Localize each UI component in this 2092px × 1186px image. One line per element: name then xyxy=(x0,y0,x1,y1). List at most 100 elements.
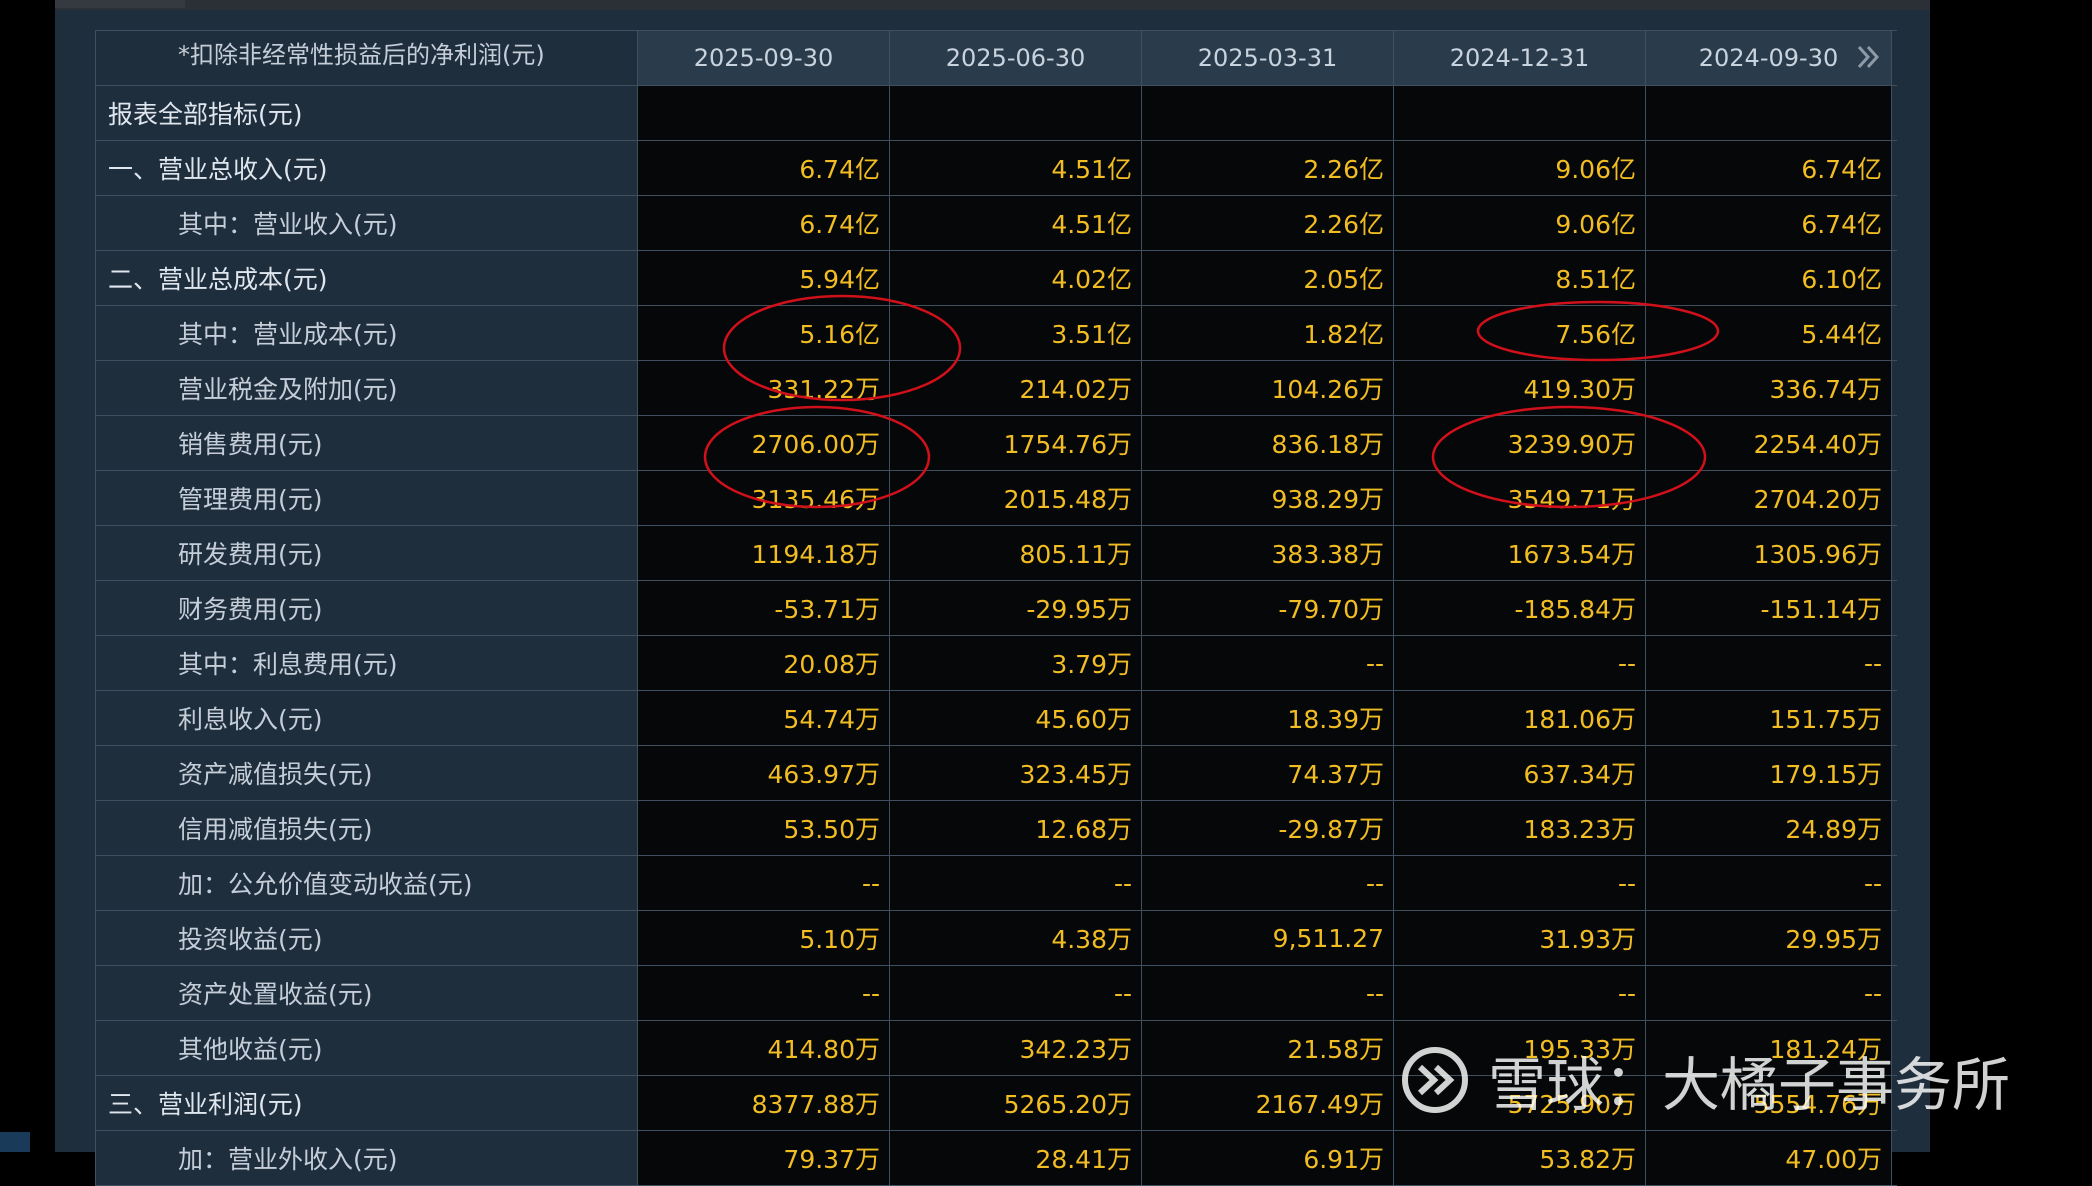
value-cell: 74.37万 xyxy=(1142,746,1394,800)
value-cell: -- xyxy=(890,856,1142,910)
value-cell: 4.38万 xyxy=(890,911,1142,965)
double-chevron-right-icon[interactable] xyxy=(1855,43,1881,71)
table-row[interactable]: 财务费用(元) -53.71万 -29.95万 -79.70万 -185.84万 -151… xyxy=(95,581,1897,636)
value-cell: 29.95万 xyxy=(1646,911,1892,965)
value-cell: 383.38万 xyxy=(1142,526,1394,580)
row-label: 投资收益(元) xyxy=(95,911,638,965)
row-label: 管理费用(元) xyxy=(95,471,638,525)
value-cell: -53.71万 xyxy=(638,581,890,635)
value-cell: -- xyxy=(1394,856,1646,910)
table-row[interactable]: 管理费用(元) 3135.46万 2015.48万 938.29万 3549.71万 27… xyxy=(95,471,1897,526)
value-cell: 9,511.27 xyxy=(1142,911,1394,965)
column-header-date-last[interactable]: 2024-09-30 xyxy=(1646,31,1892,85)
row-label: 资产减值损失(元) xyxy=(95,746,638,800)
value-cell: 805.11万 xyxy=(890,526,1142,580)
value-cell: -- xyxy=(638,966,890,1020)
value-cell: 2704.20万 xyxy=(1646,471,1892,525)
table-row[interactable]: 二、营业总成本(元) 5.94亿 4.02亿 2.05亿 8.51亿 6.10亿 xyxy=(95,251,1897,306)
value-cell: 836.18万 xyxy=(1142,416,1394,470)
table-row[interactable]: 资产减值损失(元) 463.97万 323.45万 74.37万 637.34万 179.… xyxy=(95,746,1897,801)
row-label: 利息收入(元) xyxy=(95,691,638,745)
value-cell: -29.87万 xyxy=(1142,801,1394,855)
column-header-date[interactable]: 2025-06-30 xyxy=(890,31,1142,85)
value-cell: -151.14万 xyxy=(1646,581,1892,635)
table-row[interactable]: 销售费用(元) 2706.00万 1754.76万 836.18万 3239.90万 22… xyxy=(95,416,1897,471)
value-cell: 7.56亿 xyxy=(1394,306,1646,360)
value-cell: 181.06万 xyxy=(1394,691,1646,745)
value-cell: 2167.49万 xyxy=(1142,1076,1394,1130)
value-cell: -- xyxy=(1142,966,1394,1020)
value-cell: 9.06亿 xyxy=(1394,196,1646,250)
value-cell: 637.34万 xyxy=(1394,746,1646,800)
value-cell: 3135.46万 xyxy=(638,471,890,525)
value-cell xyxy=(1142,86,1394,140)
table-row[interactable]: 研发费用(元) 1194.18万 805.11万 383.38万 1673.54万 130… xyxy=(95,526,1897,581)
row-label: 加：公允价值变动收益(元) xyxy=(95,856,638,910)
table-row[interactable]: 其中：利息费用(元) 20.08万 3.79万 -- -- -- xyxy=(95,636,1897,691)
watermark-text: 雪球：大橘子事务所 xyxy=(1488,1051,2011,1119)
value-cell: 3.51亿 xyxy=(890,306,1142,360)
table-row[interactable]: 资产处置收益(元) -- -- -- -- -- xyxy=(95,966,1897,1021)
value-cell: 31.93万 xyxy=(1394,911,1646,965)
row-label: 资产处置收益(元) xyxy=(95,966,638,1020)
table-row[interactable]: 其中：营业成本(元) 5.16亿 3.51亿 1.82亿 7.56亿 5.44亿 xyxy=(95,306,1897,361)
value-cell: -- xyxy=(890,966,1142,1020)
value-cell: 45.60万 xyxy=(890,691,1142,745)
value-cell: 28.41万 xyxy=(890,1131,1142,1185)
value-cell: 8377.88万 xyxy=(638,1076,890,1130)
value-cell: -- xyxy=(638,856,890,910)
table-row[interactable]: 其中：营业收入(元) 6.74亿 4.51亿 2.26亿 9.06亿 6.74亿 xyxy=(95,196,1897,251)
value-cell xyxy=(890,86,1142,140)
value-cell: 20.08万 xyxy=(638,636,890,690)
value-cell: -79.70万 xyxy=(1142,581,1394,635)
value-cell: 21.58万 xyxy=(1142,1021,1394,1075)
table-row[interactable]: 加：营业外收入(元) 79.37万 28.41万 6.91万 53.82万 47.00万 xyxy=(95,1131,1897,1186)
column-header-date[interactable]: 2024-12-31 xyxy=(1394,31,1646,85)
table-header-row: *扣除非经常性损益后的净利润(元) 2025-09-30 2025-06-30 … xyxy=(95,31,1897,86)
value-cell: 323.45万 xyxy=(890,746,1142,800)
value-cell: -- xyxy=(1646,966,1892,1020)
value-cell: 47.00万 xyxy=(1646,1131,1892,1185)
toolbar-tab[interactable] xyxy=(55,0,185,8)
table-row[interactable]: 加：公允价值变动收益(元) -- -- -- -- -- xyxy=(95,856,1897,911)
row-label: 研发费用(元) xyxy=(95,526,638,580)
table-row[interactable]: 利息收入(元) 54.74万 45.60万 18.39万 181.06万 151.75万 xyxy=(95,691,1897,746)
value-cell xyxy=(1394,86,1646,140)
value-cell: 183.23万 xyxy=(1394,801,1646,855)
value-cell: 6.74亿 xyxy=(638,196,890,250)
table-row[interactable]: 报表全部指标(元) xyxy=(95,86,1897,141)
value-cell: 1305.96万 xyxy=(1646,526,1892,580)
row-label: 信用减值损失(元) xyxy=(95,801,638,855)
value-cell: 3549.71万 xyxy=(1394,471,1646,525)
table-row[interactable]: 投资收益(元) 5.10万 4.38万 9,511.27 31.93万 29.95万 xyxy=(95,911,1897,966)
value-cell: 336.74万 xyxy=(1646,361,1892,415)
value-cell: 1194.18万 xyxy=(638,526,890,580)
value-cell: 214.02万 xyxy=(890,361,1142,415)
value-cell: -- xyxy=(1394,636,1646,690)
value-cell: 2.26亿 xyxy=(1142,141,1394,195)
table-row[interactable]: 一、营业总收入(元) 6.74亿 4.51亿 2.26亿 9.06亿 6.74亿 xyxy=(95,141,1897,196)
table-row[interactable]: 营业税金及附加(元) 331.22万 214.02万 104.26万 419.30万 33… xyxy=(95,361,1897,416)
column-header-date[interactable]: 2025-09-30 xyxy=(638,31,890,85)
row-label: 其中：利息费用(元) xyxy=(95,636,638,690)
value-cell: 54.74万 xyxy=(638,691,890,745)
value-cell: 5.94亿 xyxy=(638,251,890,305)
value-cell: 9.06亿 xyxy=(1394,141,1646,195)
row-label: 三、营业利润(元) xyxy=(95,1076,638,1130)
column-header-date[interactable]: 2025-03-31 xyxy=(1142,31,1394,85)
row-label: 其中：营业成本(元) xyxy=(95,306,638,360)
value-cell: 79.37万 xyxy=(638,1131,890,1185)
value-cell: 53.50万 xyxy=(638,801,890,855)
row-label: 一、营业总收入(元) xyxy=(95,141,638,195)
row-label: 其中：营业收入(元) xyxy=(95,196,638,250)
value-cell xyxy=(638,86,890,140)
value-cell: -- xyxy=(1646,856,1892,910)
value-cell: 5.16亿 xyxy=(638,306,890,360)
value-cell: 12.68万 xyxy=(890,801,1142,855)
value-cell: -- xyxy=(1142,636,1394,690)
value-cell: 2706.00万 xyxy=(638,416,890,470)
value-cell: 4.51亿 xyxy=(890,141,1142,195)
table-row[interactable]: 信用减值损失(元) 53.50万 12.68万 -29.87万 183.23万 24.89… xyxy=(95,801,1897,856)
value-cell: 104.26万 xyxy=(1142,361,1394,415)
value-cell: 3.79万 xyxy=(890,636,1142,690)
